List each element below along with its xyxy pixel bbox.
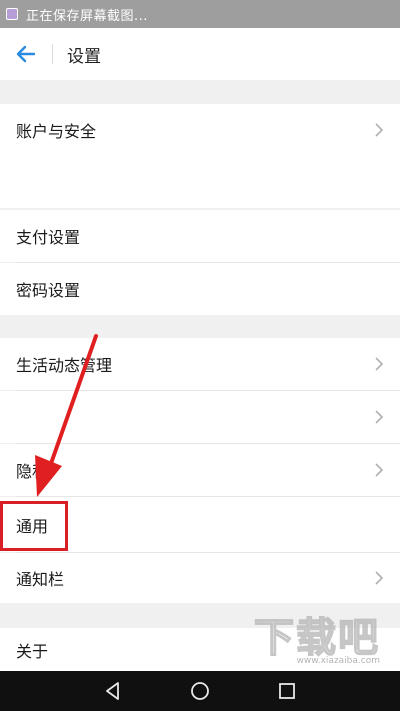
nav-recent-button[interactable]: [267, 671, 307, 711]
menu-item-account-security[interactable]: 账户与安全: [0, 104, 400, 156]
header-separator: [52, 44, 53, 64]
page-title: 设置: [67, 46, 101, 67]
menu-label-about: 关于: [16, 641, 49, 661]
menu-item-general[interactable]: 通用: [0, 497, 400, 552]
menu-label-moments-management: 生活动态管理: [16, 356, 113, 375]
menu-label-notification-bar: 通知栏: [16, 570, 65, 589]
back-arrow-icon: [16, 45, 36, 63]
nav-back-button[interactable]: [93, 671, 133, 711]
menu-item-privacy[interactable]: 隐私: [0, 444, 400, 496]
nav-bar: [0, 671, 400, 711]
watermark-logo: 下载吧: [253, 615, 380, 661]
chevron-right-icon: [375, 571, 384, 585]
menu-item-notification-bar[interactable]: 通知栏: [0, 553, 400, 603]
watermark: 下载吧 www.xiazaiba.com: [253, 615, 384, 666]
back-button[interactable]: [0, 28, 52, 80]
status-bar: 正在保存屏幕截图...: [0, 0, 400, 28]
menu-item-moments-management[interactable]: 生活动态管理: [0, 338, 400, 390]
nav-home-button[interactable]: [180, 671, 220, 711]
menu-item-unlabeled[interactable]: [0, 391, 400, 443]
chevron-right-icon: [375, 463, 384, 477]
chevron-right-icon: [375, 410, 384, 424]
nav-back-icon: [106, 682, 120, 700]
blank-row: [0, 156, 400, 208]
screenshot-icon: [6, 8, 18, 20]
nav-recent-icon: [278, 683, 295, 699]
menu-label-payment-settings: 支付设置: [16, 228, 81, 247]
watermark-url: www.xiazaiba.com: [296, 656, 380, 666]
status-text: 正在保存屏幕截图...: [26, 8, 148, 24]
nav-home-icon: [191, 682, 209, 700]
menu-item-payment-settings[interactable]: 支付设置: [0, 210, 400, 262]
app-header: 设置: [0, 28, 400, 80]
menu-label-general: 通用: [16, 516, 49, 536]
menu-label-privacy: 隐私: [16, 462, 49, 481]
chevron-right-icon: [375, 123, 384, 137]
chevron-right-icon: [375, 357, 384, 371]
menu-label-account-security: 账户与安全: [16, 122, 97, 141]
menu-item-password-settings[interactable]: 密码设置: [0, 263, 400, 315]
menu-label-password-settings: 密码设置: [16, 281, 81, 300]
